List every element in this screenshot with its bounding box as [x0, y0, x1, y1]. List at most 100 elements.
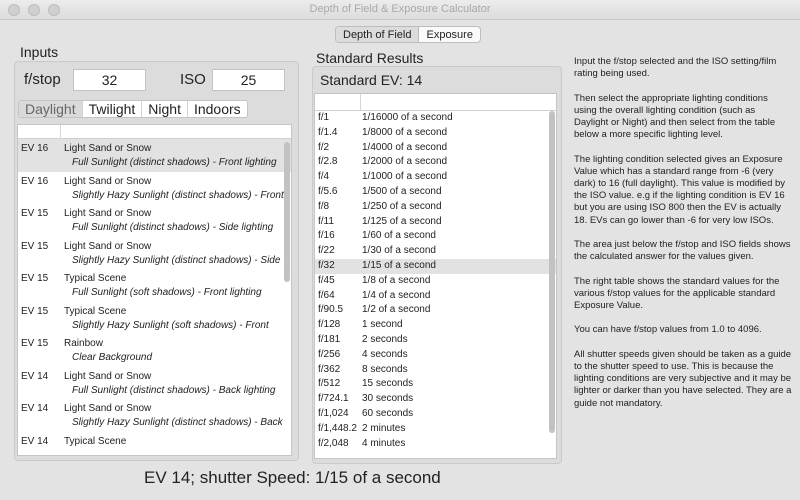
fstop-cell: f/45	[318, 274, 335, 286]
standard-row[interactable]: f/22 1/30 of a second	[315, 244, 556, 259]
standard-row[interactable]: f/1,448.2 2 minutes	[315, 422, 556, 437]
lighting-row[interactable]: EV 15 Light Sand or Snow Full Sunlight (di…	[18, 204, 291, 237]
shutter-speed-cell: 2 minutes	[362, 422, 406, 434]
lighting-scene: Light Sand or Snow	[64, 403, 152, 414]
lighting-scene: Light Sand or Snow	[64, 370, 152, 382]
lighting-ev: EV 16	[21, 175, 49, 187]
condition-daylight[interactable]: Daylight	[19, 101, 83, 117]
shutter-speed-cell: 30 seconds	[362, 393, 414, 405]
fstop-cell: f/724.1	[318, 393, 349, 405]
standard-row[interactable]: f/45 1/8 of a second	[315, 274, 556, 289]
lighting-table[interactable]: EV 16 Light Sand or Snow Full Sunlight (di…	[17, 124, 292, 456]
lighting-condition: Slightly Hazy Sunlight (distinct shadows…	[72, 417, 283, 428]
lighting-row[interactable]: EV 16 Light Sand or Snow Full Sunlight (di…	[18, 139, 291, 172]
standard-row[interactable]: f/4 1/1000 of a second	[315, 170, 556, 185]
standard-row[interactable]	[315, 451, 556, 458]
condition-twilight[interactable]: Twilight	[83, 101, 143, 117]
fstop-cell: f/4	[318, 171, 330, 183]
column-separator[interactable]	[60, 125, 61, 139]
lighting-row[interactable]: EV 14 Light Sand or Snow Full Sunlight (di…	[18, 367, 291, 400]
standard-row[interactable]: f/2,048 4 minutes	[315, 437, 556, 452]
fstop-cell: f/2.8	[318, 156, 338, 168]
lighting-scene: Light Sand or Snow	[64, 143, 152, 154]
standard-row[interactable]: f/8 1/250 of a second	[315, 200, 556, 215]
shutter-speed-cell: 1/1000 of a second	[362, 171, 448, 183]
fstop-cell: f/256	[318, 348, 341, 360]
standard-row[interactable]: f/90.5 1/2 of a second	[315, 303, 556, 318]
lighting-condition: Slightly Hazy Sunlight (soft shadows) - …	[72, 319, 269, 331]
standard-row[interactable]: f/64 1/4 of a second	[315, 289, 556, 304]
column-separator[interactable]	[360, 94, 361, 111]
lighting-row[interactable]: EV 15 Light Sand or Snow Slightly Hazy Sun…	[18, 237, 291, 270]
standard-row[interactable]: f/16 1/60 of a second	[315, 229, 556, 244]
standard-row[interactable]: f/1.4 1/8000 of a second	[315, 126, 556, 141]
lighting-row[interactable]: EV 15 Typical Scene Slightly Hazy Sunlight…	[18, 302, 291, 335]
help-paragraph: The area just below the f/stop and ISO f…	[574, 239, 791, 263]
standard-row[interactable]: f/256 4 seconds	[315, 348, 556, 363]
fstop-cell: f/32	[318, 259, 335, 271]
shutter-speed-cell: 4 minutes	[362, 437, 406, 449]
standard-row[interactable]: f/2.8 1/2000 of a second	[315, 155, 556, 170]
tab-depth-of-field[interactable]: Depth of Field	[336, 27, 420, 42]
iso-label: ISO	[180, 71, 206, 88]
lighting-row[interactable]: EV 16 Light Sand or Snow Slightly Hazy Sun…	[18, 172, 291, 205]
lighting-condition: Full Sunlight (distinct shadows) - Back …	[72, 384, 276, 396]
lighting-ev: EV 14	[21, 403, 49, 414]
standard-row[interactable]: f/128 1 second	[315, 318, 556, 333]
standard-row[interactable]: f/724.1 30 seconds	[315, 392, 556, 407]
shutter-speed-cell: 1/8 of a second	[362, 274, 431, 286]
iso-input[interactable]: 25	[212, 69, 285, 91]
lighting-ev: EV 15	[21, 273, 49, 284]
lighting-scene: Rainbow	[64, 338, 103, 349]
lighting-rows: EV 16 Light Sand or Snow Full Sunlight (di…	[18, 139, 291, 456]
lighting-ev: EV 16	[21, 143, 49, 154]
shutter-speed-cell: 1/60 of a second	[362, 230, 436, 242]
help-paragraph: Then select the appropriate lighting con…	[574, 92, 776, 141]
standard-row[interactable]: f/181 2 seconds	[315, 333, 556, 348]
tab-exposure[interactable]: Exposure	[419, 27, 479, 42]
fstop-cell: f/128	[318, 319, 341, 331]
shutter-speed-cell: 1/250 of a second	[362, 200, 442, 212]
condition-night[interactable]: Night	[142, 101, 188, 117]
shutter-speed-cell: 1/4 of a second	[362, 289, 431, 301]
fstop-cell: f/1,024	[318, 407, 349, 419]
lighting-row[interactable]: EV 14 Typical Scene	[18, 432, 291, 456]
condition-indoors[interactable]: Indoors	[188, 101, 247, 117]
fstop-cell: f/22	[318, 245, 335, 257]
inputs-title: Inputs	[20, 44, 59, 60]
fstop-cell: f/11	[318, 215, 334, 227]
shutter-speed-cell: 1/4000 of a second	[362, 141, 448, 153]
fstop-cell: f/16	[318, 230, 335, 242]
lighting-condition-selector: Daylight Twilight Night Indoors	[18, 100, 248, 118]
standard-row[interactable]: f/32 1/15 of a second	[315, 258, 556, 274]
lighting-scene: Light Sand or Snow	[64, 208, 152, 219]
shutter-speed-cell: 1/16000 of a second	[362, 112, 453, 123]
shutter-speed-cell: 2 seconds	[362, 333, 408, 345]
shutter-speed-cell: 1/500 of a second	[362, 185, 442, 197]
shutter-speed-cell: 1/8000 of a second	[362, 126, 448, 138]
standard-row[interactable]: f/11 1/125 of a second	[315, 215, 556, 230]
standard-row[interactable]: f/1,024 60 seconds	[315, 407, 556, 422]
fstop-cell: f/90.5	[318, 304, 344, 316]
lighting-ev: EV 15	[21, 208, 49, 219]
lighting-scene: Typical Scene	[64, 273, 127, 284]
lighting-condition: Slightly Hazy Sunlight (distinct shadows…	[72, 254, 281, 266]
standard-row[interactable]: f/5.6 1/500 of a second	[315, 185, 556, 200]
standard-row[interactable]: f/362 8 seconds	[315, 363, 556, 378]
lighting-row[interactable]: EV 15 Typical Scene Full Sunlight (soft sh…	[18, 269, 291, 302]
lighting-row[interactable]: EV 15 Rainbow Clear Background	[18, 334, 291, 367]
shutter-speed-cell: 1/2 of a second	[362, 304, 431, 316]
standard-results-table[interactable]: f/1 1/16000 of a second f/1.4 1/8000 of a s…	[314, 93, 557, 459]
standard-row[interactable]: f/512 15 seconds	[315, 377, 556, 392]
standard-row[interactable]: f/2 1/4000 of a second	[315, 141, 556, 156]
lighting-condition: Full Sunlight (distinct shadows) - Front…	[72, 157, 277, 168]
standard-row[interactable]: f/1 1/16000 of a second	[315, 111, 556, 126]
fstop-input[interactable]: 32	[73, 69, 146, 91]
shutter-speed-cell: 1/2000 of a second	[362, 156, 448, 168]
help-paragraph: Input the f/stop selected and the ISO se…	[574, 56, 777, 80]
standard-results-scrollbar[interactable]	[549, 111, 555, 433]
lighting-row[interactable]: EV 14 Light Sand or Snow Slightly Hazy Sun…	[18, 399, 291, 432]
fstop-cell: f/1.4	[318, 126, 338, 138]
lighting-table-scrollbar[interactable]	[284, 142, 290, 282]
help-paragraph: You can have f/stop values from 1.0 to 4…	[574, 324, 762, 336]
